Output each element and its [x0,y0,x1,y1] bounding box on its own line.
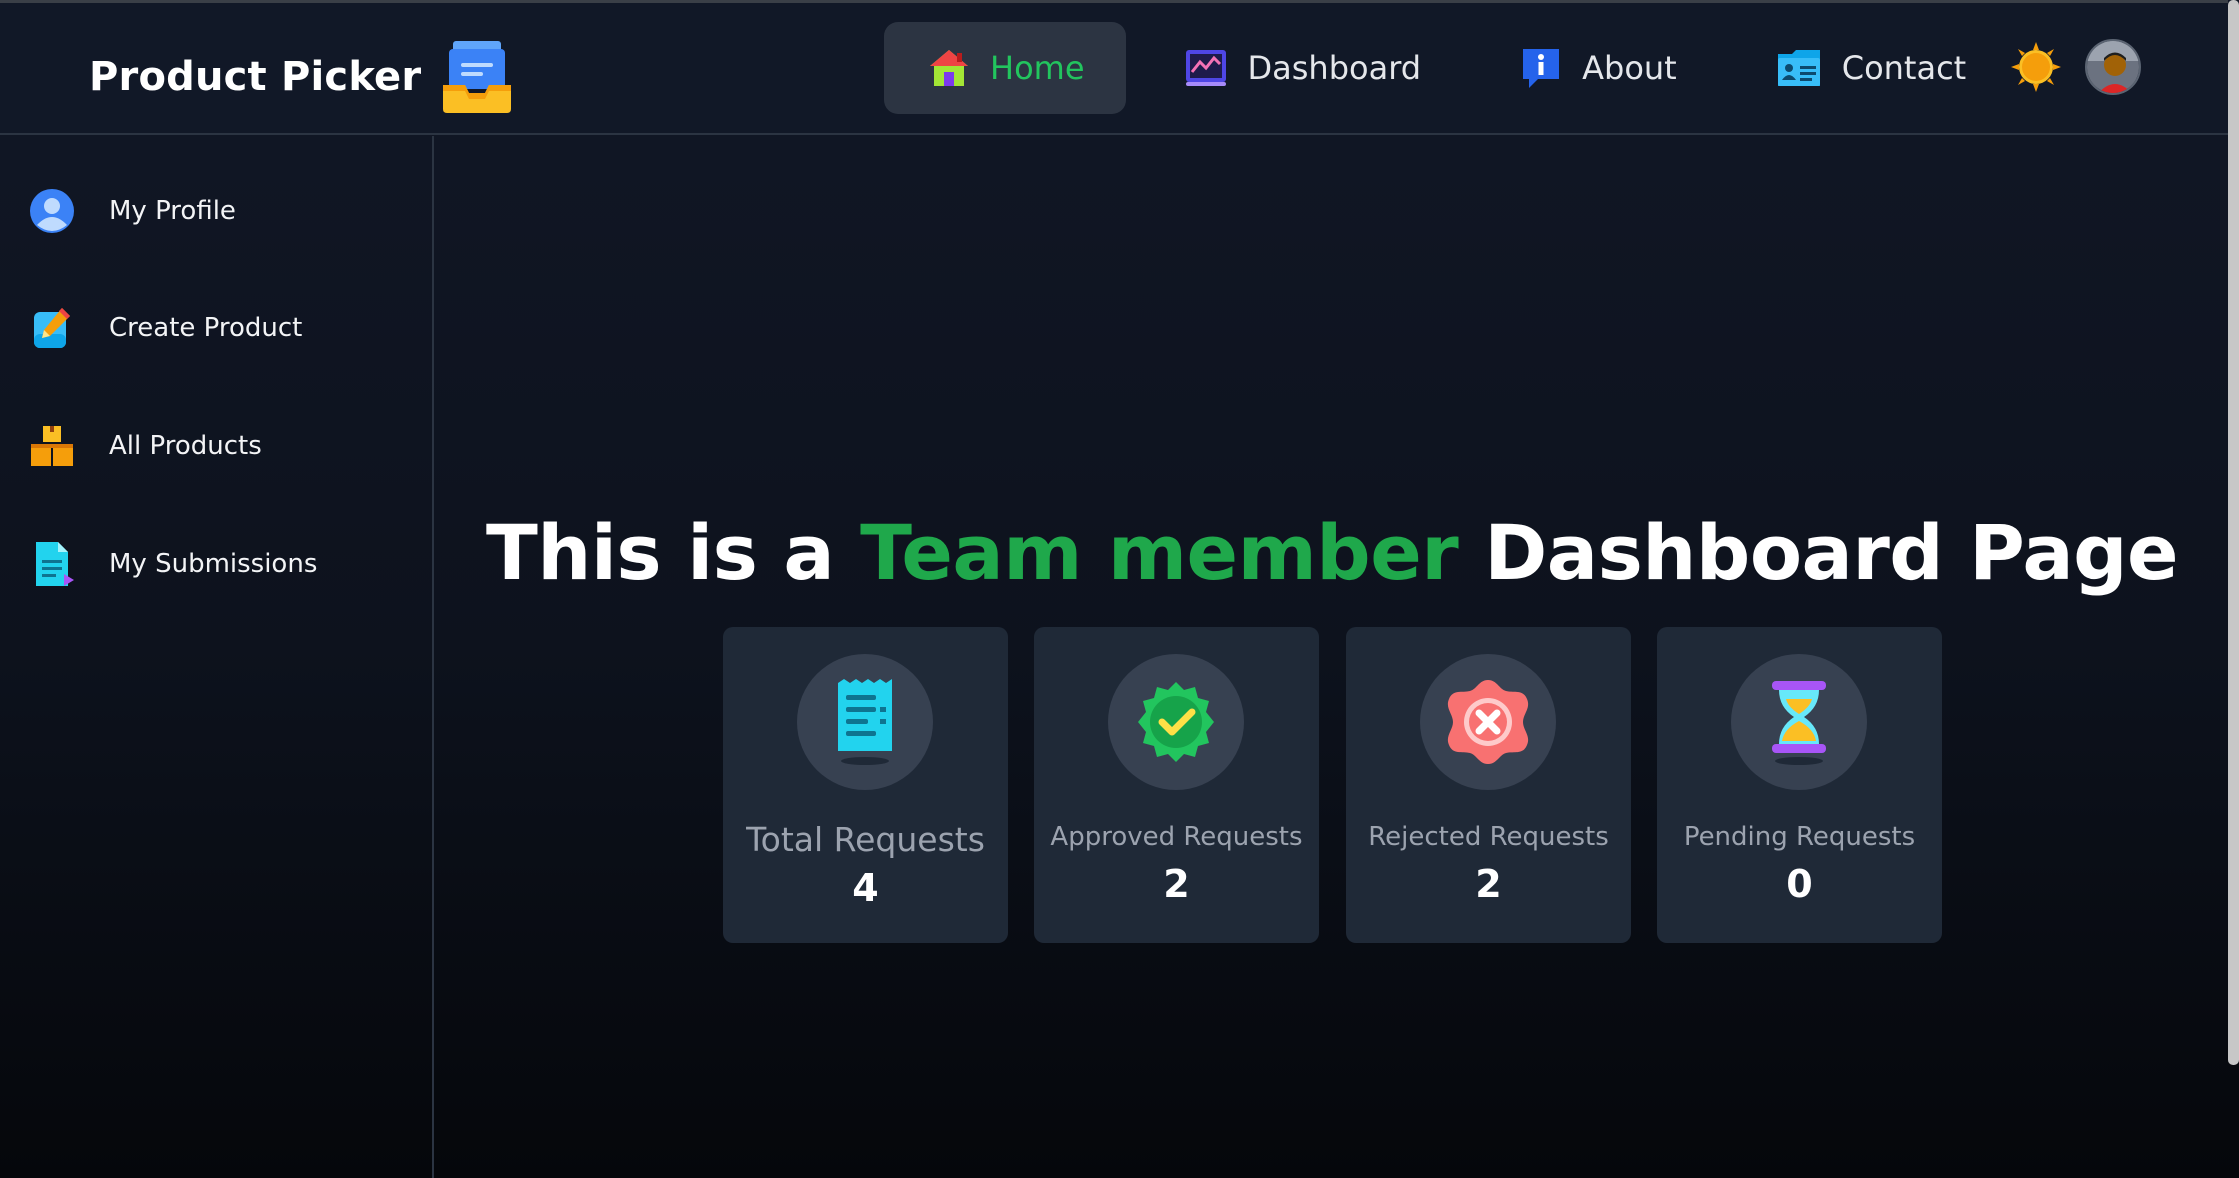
boxes-icon [31,426,73,466]
card-label: Total Requests [746,820,985,859]
chart-icon [1185,50,1226,86]
stat-card-rejected-requests: Rejected Requests 2 [1346,627,1631,943]
card-icon-circle [1108,654,1244,790]
stat-card-pending-requests: Pending Requests 0 [1657,627,1942,943]
user-avatar[interactable] [2085,39,2141,95]
user-icon [30,189,74,233]
card-label: Rejected Requests [1368,822,1609,852]
nav-dashboard-label: Dashboard [1247,49,1422,87]
avatar-photo-icon [2087,41,2139,93]
sidebar-item-label: All Products [109,431,262,461]
nav-home[interactable]: Home [884,22,1126,114]
sidebar-item-label: Create Product [109,313,303,343]
sidebar-item-create-product[interactable]: Create Product [28,298,408,358]
page-title: This is a Team member Dashboard Page [436,508,2228,597]
x-badge-icon [1447,680,1529,764]
page-scrollbar[interactable] [2228,0,2239,1065]
brand[interactable]: Product Picker [89,41,512,113]
nav-about-label: About [1582,49,1677,87]
sun-theme-toggle-icon[interactable] [2011,42,2061,92]
top-navbar: Product Picker Home Dashboard About Cont… [0,0,2228,135]
app-frame: Product Picker Home Dashboard About Cont… [0,0,2239,1178]
card-value: 0 [1786,862,1813,906]
info-icon [1523,49,1560,88]
hourglass-icon [1772,681,1826,765]
card-label: Approved Requests [1050,822,1303,852]
page-title-role: Team member [860,508,1459,597]
card-value: 2 [1475,862,1502,906]
nav-contact[interactable]: Contact [1732,22,2008,114]
card-icon-circle [1420,654,1556,790]
sidebar: My Profile Create Product All Products M… [0,136,434,1178]
receipt-icon [838,679,892,765]
inbox-tray-icon [443,41,512,113]
stat-card-total-requests: Total Requests 4 [723,627,1008,943]
edit-note-icon [34,308,70,348]
card-value: 4 [852,866,879,910]
card-icon-circle [797,654,933,790]
main-nav: Home Dashboard About Contact [884,22,2021,114]
contact-card-icon [1777,50,1820,86]
sidebar-item-my-profile[interactable]: My Profile [28,181,408,241]
home-icon [930,50,968,86]
nav-dashboard[interactable]: Dashboard [1140,22,1463,114]
card-label: Pending Requests [1683,822,1916,852]
document-icon [36,542,74,586]
nav-home-label: Home [990,49,1085,87]
page-title-prefix: This is a [485,508,835,597]
sidebar-item-label: My Submissions [109,549,318,579]
page-title-suffix: Dashboard Page [1484,508,2179,597]
sidebar-item-all-products[interactable]: All Products [28,416,408,476]
card-icon-circle [1731,654,1867,790]
card-value: 2 [1163,862,1190,906]
brand-title: Product Picker [89,54,422,100]
stat-card-approved-requests: Approved Requests 2 [1034,627,1319,943]
sidebar-item-my-submissions[interactable]: My Submissions [28,534,408,594]
sidebar-item-label: My Profile [109,196,236,226]
nav-about[interactable]: About [1476,22,1718,114]
nav-contact-label: Contact [1841,49,1967,87]
check-badge-icon [1138,682,1214,762]
